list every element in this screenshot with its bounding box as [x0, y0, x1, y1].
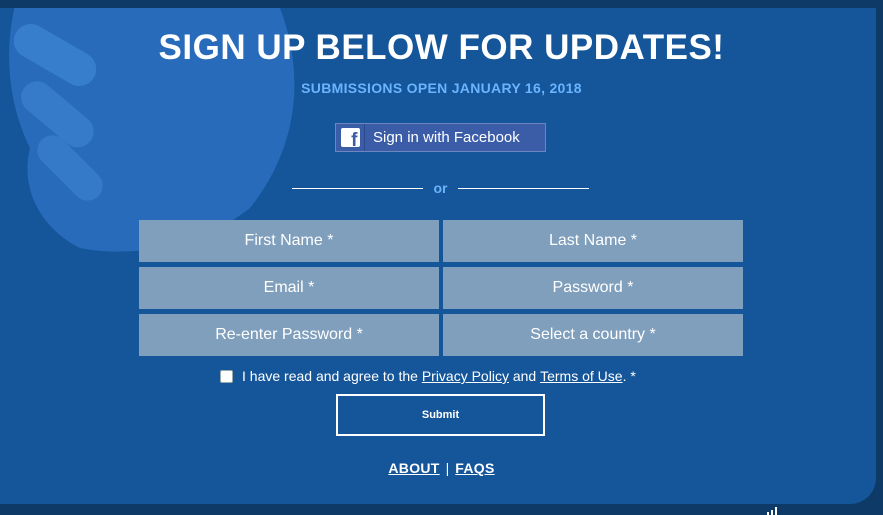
submissions-date: SUBMISSIONS OPEN JANUARY 16, 2018: [301, 80, 582, 96]
email-field[interactable]: Email *: [139, 267, 439, 309]
page-title: SIGN UP BELOW FOR UPDATES!: [158, 28, 725, 67]
first-name-field[interactable]: First Name *: [139, 220, 439, 262]
about-link[interactable]: ABOUT: [388, 460, 439, 476]
agree-and: and: [512, 368, 537, 384]
divider-left-line: [292, 188, 423, 189]
facebook-signin-button[interactable]: f Sign in with Facebook: [335, 123, 546, 152]
facebook-signin-label: Sign in with Facebook: [373, 129, 520, 146]
facebook-icon: f: [340, 128, 360, 147]
facebook-icon-container: f: [336, 124, 365, 151]
divider-or-label: or: [433, 180, 448, 196]
signal-bars-icon: [767, 507, 777, 515]
footer-separator: |: [445, 460, 450, 476]
password-field[interactable]: Password *: [443, 267, 743, 309]
faqs-link[interactable]: FAQS: [455, 460, 494, 476]
divider-right-line: [458, 188, 589, 189]
agree-prefix: I have read and agree to the: [242, 368, 418, 384]
agree-suffix: . *: [622, 368, 636, 384]
last-name-field[interactable]: Last Name *: [443, 220, 743, 262]
terms-agreement: I have read and agree to the Privacy Pol…: [220, 368, 636, 384]
agree-checkbox[interactable]: [220, 369, 233, 383]
submit-button[interactable]: Submit: [336, 394, 545, 436]
country-select[interactable]: Select a country *: [443, 314, 743, 356]
footer-links: ABOUT | FAQS: [0, 460, 876, 476]
reenter-password-field[interactable]: Re-enter Password *: [139, 314, 439, 356]
terms-of-use-link[interactable]: Terms of Use: [540, 368, 622, 384]
signup-panel: SIGN UP BELOW FOR UPDATES! SUBMISSIONS O…: [0, 8, 876, 504]
privacy-policy-link[interactable]: Privacy Policy: [422, 368, 509, 384]
